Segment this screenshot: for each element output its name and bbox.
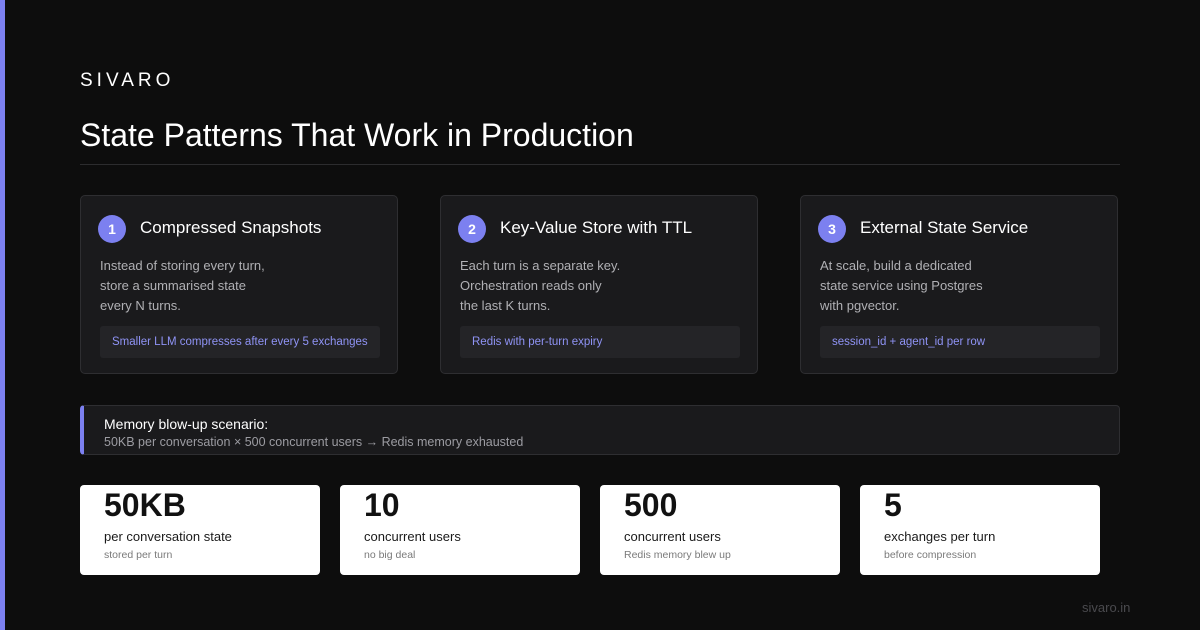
stat-value: 50KB xyxy=(104,487,186,523)
card-description: At scale, build a dedicated state servic… xyxy=(820,256,983,316)
stat-label: per conversation state xyxy=(104,529,232,544)
pattern-card-compressed-snapshots: 1 Compressed Snapshots Instead of storin… xyxy=(80,195,398,374)
card-description-line: Orchestration reads only xyxy=(460,278,602,293)
title-divider xyxy=(80,164,1120,165)
callout-text: 50KB per conversation × 500 concurrent u… xyxy=(104,435,524,449)
card-title: Key-Value Store with TTL xyxy=(500,218,693,237)
card-description-line: the last K turns. xyxy=(460,298,551,313)
stat-subtext: no big deal xyxy=(364,549,416,561)
card-title: External State Service xyxy=(860,218,1029,237)
brand-logo: SIVARO xyxy=(80,70,175,91)
stat-card: 5 exchanges per turn before compression xyxy=(860,485,1100,575)
memory-blowup-callout: Memory blow-up scenario: 50KB per conver… xyxy=(80,405,1120,455)
card-description-line: Instead of storing every turn, xyxy=(100,258,265,273)
card-note: Redis with per-turn expiry xyxy=(460,326,740,358)
stat-subtext: before compression xyxy=(884,549,977,561)
stat-label: exchanges per turn xyxy=(884,529,996,544)
step-number-badge: 3 xyxy=(818,215,846,243)
stat-value: 10 xyxy=(364,487,400,523)
stat-card: 10 concurrent users no big deal xyxy=(340,485,580,575)
card-note: session_id + agent_id per row xyxy=(820,326,1100,358)
callout-title: Memory blow-up scenario: xyxy=(104,416,269,432)
stat-value: 500 xyxy=(624,487,678,523)
stat-value: 5 xyxy=(884,487,902,523)
footer-url[interactable]: sivaro.in xyxy=(1082,600,1130,615)
pattern-card-external-state-service: 3 External State Service At scale, build… xyxy=(800,195,1118,374)
stat-label: concurrent users xyxy=(624,529,721,544)
stat-card: 50KB per conversation state stored per t… xyxy=(80,485,320,575)
accent-bar xyxy=(0,0,5,630)
card-description-line: state service using Postgres xyxy=(820,278,983,293)
card-description-line: with pgvector. xyxy=(820,298,900,313)
step-number-badge: 2 xyxy=(458,215,486,243)
pattern-card-key-value-store: 2 Key-Value Store with TTL Each turn is … xyxy=(440,195,758,374)
step-number-badge: 1 xyxy=(98,215,126,243)
card-note: Smaller LLM compresses after every 5 exc… xyxy=(100,326,380,358)
stat-subtext: stored per turn xyxy=(104,549,173,561)
card-description-line: At scale, build a dedicated xyxy=(820,258,972,273)
card-description-line: every N turns. xyxy=(100,298,181,313)
card-description-line: Each turn is a separate key. xyxy=(460,258,621,273)
card-description: Each turn is a separate key. Orchestrati… xyxy=(460,256,620,316)
card-description-line: store a summarised state xyxy=(100,278,246,293)
card-description: Instead of storing every turn, store a s… xyxy=(100,256,265,316)
stat-subtext: Redis memory blew up xyxy=(624,549,731,561)
stat-card: 500 concurrent users Redis memory blew u… xyxy=(600,485,840,575)
card-title: Compressed Snapshots xyxy=(140,218,322,237)
page-title: State Patterns That Work in Production xyxy=(80,117,634,153)
stat-label: concurrent users xyxy=(364,529,461,544)
